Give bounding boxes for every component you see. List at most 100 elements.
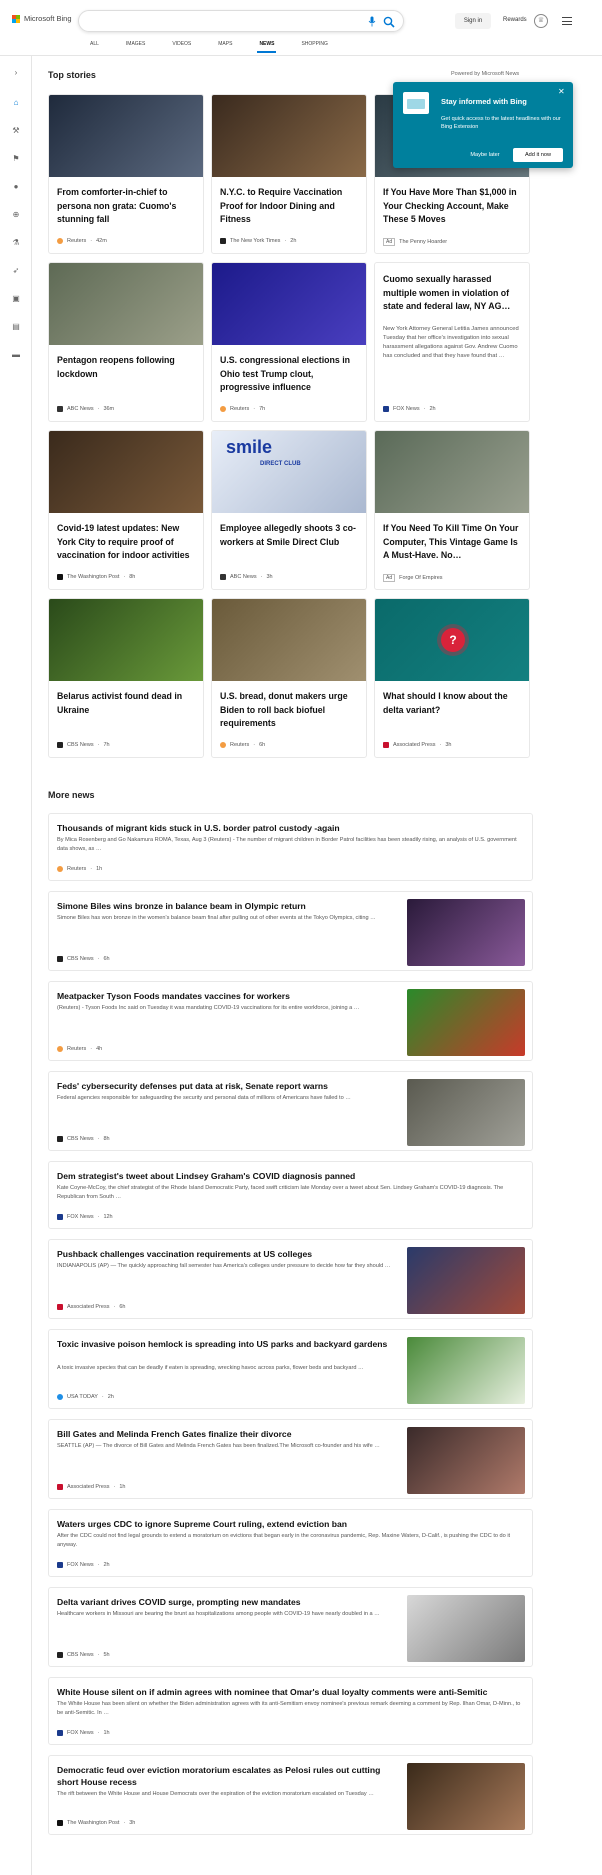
story-card[interactable]: From comforter-in-chief to persona non g…	[48, 94, 204, 254]
tab-news[interactable]: NEWS	[257, 41, 277, 55]
news-item[interactable]: Delta variant drives COVID surge, prompt…	[48, 1587, 533, 1667]
story-image[interactable]	[375, 431, 529, 513]
news-title[interactable]: Simone Biles wins bronze in balance beam…	[57, 900, 397, 912]
story-title[interactable]: U.S. congressional elections in Ohio tes…	[220, 354, 360, 395]
story-title[interactable]: If You Have More Than $1,000 in Your Che…	[383, 186, 523, 227]
tab-all[interactable]: ALL	[90, 41, 99, 55]
news-item[interactable]: Dem strategist's tweet about Lindsey Gra…	[48, 1161, 533, 1229]
story-image[interactable]	[49, 263, 203, 345]
story-card[interactable]: smile DIRECT CLUB Employee allegedly shoot…	[211, 430, 367, 590]
news-item[interactable]: Toxic invasive poison hemlock is spreadi…	[48, 1329, 533, 1409]
tab-maps[interactable]: MAPS	[218, 41, 232, 55]
story-card[interactable]: Covid-19 latest updates: New York City t…	[48, 430, 204, 590]
maybe-later-button[interactable]: Maybe later	[465, 148, 505, 162]
globe-icon[interactable]: ⊕	[11, 210, 21, 220]
story-card[interactable]: Belarus activist found dead in Ukraine CB…	[48, 598, 204, 758]
story-image[interactable]	[49, 431, 203, 513]
story-card[interactable]: U.S. bread, donut makers urge Biden to r…	[211, 598, 367, 758]
news-title[interactable]: Meatpacker Tyson Foods mandates vaccines…	[57, 990, 397, 1002]
news-item[interactable]: White House silent on if admin agrees wi…	[48, 1677, 533, 1745]
search-input[interactable]	[78, 10, 404, 32]
business-icon[interactable]: ▤	[11, 322, 21, 332]
location-icon[interactable]: ●	[11, 182, 21, 192]
source-sep: ·	[253, 742, 256, 748]
news-item[interactable]: Meatpacker Tyson Foods mandates vaccines…	[48, 981, 533, 1061]
entertainment-icon[interactable]: ▣	[11, 294, 21, 304]
story-title[interactable]: Pentagon reopens following lockdown	[57, 354, 197, 381]
bing-logo[interactable]: Microsoft Bing	[12, 14, 72, 23]
news-item[interactable]: Waters urges CDC to ignore Supreme Court…	[48, 1509, 533, 1577]
news-title[interactable]: Toxic invasive poison hemlock is spreadi…	[57, 1338, 397, 1350]
science-icon[interactable]: ⚗	[11, 238, 21, 248]
story-title[interactable]: Covid-19 latest updates: New York City t…	[57, 522, 197, 563]
news-title[interactable]: Thousands of migrant kids stuck in U.S. …	[57, 822, 522, 834]
news-title[interactable]: Dem strategist's tweet about Lindsey Gra…	[57, 1170, 522, 1182]
flag-icon[interactable]: ⚑	[11, 154, 21, 164]
news-title[interactable]: Waters urges CDC to ignore Supreme Court…	[57, 1518, 522, 1530]
news-item[interactable]: Simone Biles wins bronze in balance beam…	[48, 891, 533, 971]
add-it-now-button[interactable]: Add it now	[513, 148, 563, 162]
news-thumbnail[interactable]	[407, 1595, 525, 1662]
story-card[interactable]: Pentagon reopens following lockdown ABC N…	[48, 262, 204, 422]
story-title[interactable]: Cuomo sexually harassed multiple women i…	[383, 273, 523, 314]
story-title[interactable]: What should I know about the delta varia…	[383, 690, 523, 717]
sports-icon[interactable]: ⚒	[11, 126, 21, 136]
story-image[interactable]	[212, 95, 366, 177]
rocket-icon[interactable]: ➶	[11, 266, 21, 276]
chevron-right-icon[interactable]: ›	[11, 68, 21, 78]
tab-videos[interactable]: VIDEOS	[172, 41, 191, 55]
sign-in-button[interactable]: Sign in	[455, 13, 491, 29]
story-card[interactable]: Cuomo sexually harassed multiple women i…	[374, 262, 530, 422]
news-thumbnail[interactable]	[407, 899, 525, 966]
microphone-icon[interactable]	[367, 16, 377, 28]
story-image[interactable]: ?	[375, 599, 529, 681]
news-thumbnail[interactable]	[407, 1079, 525, 1146]
news-thumbnail[interactable]	[407, 1763, 525, 1830]
story-image[interactable]	[49, 95, 203, 177]
news-title[interactable]: Feds' cybersecurity defenses put data at…	[57, 1080, 397, 1092]
story-card[interactable]: N.Y.C. to Require Vaccination Proof for …	[211, 94, 367, 254]
story-image[interactable]	[212, 599, 366, 681]
rewards-link[interactable]: Rewards	[503, 17, 527, 23]
news-item[interactable]: Bill Gates and Melinda French Gates fina…	[48, 1419, 533, 1499]
home-icon[interactable]: ⌂	[11, 98, 21, 108]
rewards-trophy-icon[interactable]: ♕	[534, 14, 548, 28]
tab-images[interactable]: IMAGES	[126, 41, 145, 55]
story-title[interactable]: Employee allegedly shoots 3 co-workers a…	[220, 522, 360, 549]
story-card[interactable]: If You Need To Kill Time On Your Compute…	[374, 430, 530, 590]
source-logo-icon	[57, 406, 63, 412]
car-icon[interactable]: ▬	[11, 350, 21, 360]
story-card[interactable]: ? What should I know about the delta vari…	[374, 598, 530, 758]
source-sep: ·	[123, 574, 126, 580]
news-item[interactable]: Feds' cybersecurity defenses put data at…	[48, 1071, 533, 1151]
news-item[interactable]: Thousands of migrant kids stuck in U.S. …	[48, 813, 533, 881]
story-title[interactable]: If You Need To Kill Time On Your Compute…	[383, 522, 523, 563]
news-thumbnail[interactable]	[407, 1337, 525, 1404]
news-title[interactable]: Pushback challenges vaccination requirem…	[57, 1248, 397, 1260]
news-thumbnail[interactable]	[407, 989, 525, 1056]
search-icon[interactable]	[383, 15, 395, 28]
source-sep: ·	[90, 866, 93, 872]
logo-text: Microsoft Bing	[24, 14, 72, 23]
close-icon[interactable]: ✕	[558, 87, 565, 96]
story-title[interactable]: From comforter-in-chief to persona non g…	[57, 186, 197, 227]
news-title[interactable]: Bill Gates and Melinda French Gates fina…	[57, 1428, 397, 1440]
story-title[interactable]: N.Y.C. to Require Vaccination Proof for …	[220, 186, 360, 227]
story-image[interactable]: smile DIRECT CLUB	[212, 431, 366, 513]
source-name: Associated Press	[67, 1304, 110, 1310]
menu-icon[interactable]	[562, 17, 572, 25]
story-card[interactable]: U.S. congressional elections in Ohio tes…	[211, 262, 367, 422]
news-thumbnail[interactable]	[407, 1427, 525, 1494]
news-thumbnail[interactable]	[407, 1247, 525, 1314]
virus-icon: ?	[441, 628, 465, 652]
story-title[interactable]: Belarus activist found dead in Ukraine	[57, 690, 197, 717]
story-image[interactable]	[49, 599, 203, 681]
news-title[interactable]: Democratic feud over eviction moratorium…	[57, 1764, 397, 1788]
news-item[interactable]: Pushback challenges vaccination requirem…	[48, 1239, 533, 1319]
tab-shopping[interactable]: SHOPPING	[301, 41, 327, 55]
story-title[interactable]: U.S. bread, donut makers urge Biden to r…	[220, 690, 360, 731]
news-title[interactable]: Delta variant drives COVID surge, prompt…	[57, 1596, 397, 1608]
news-title[interactable]: White House silent on if admin agrees wi…	[57, 1686, 522, 1698]
news-item[interactable]: Democratic feud over eviction moratorium…	[48, 1755, 533, 1835]
story-image[interactable]	[212, 263, 366, 345]
